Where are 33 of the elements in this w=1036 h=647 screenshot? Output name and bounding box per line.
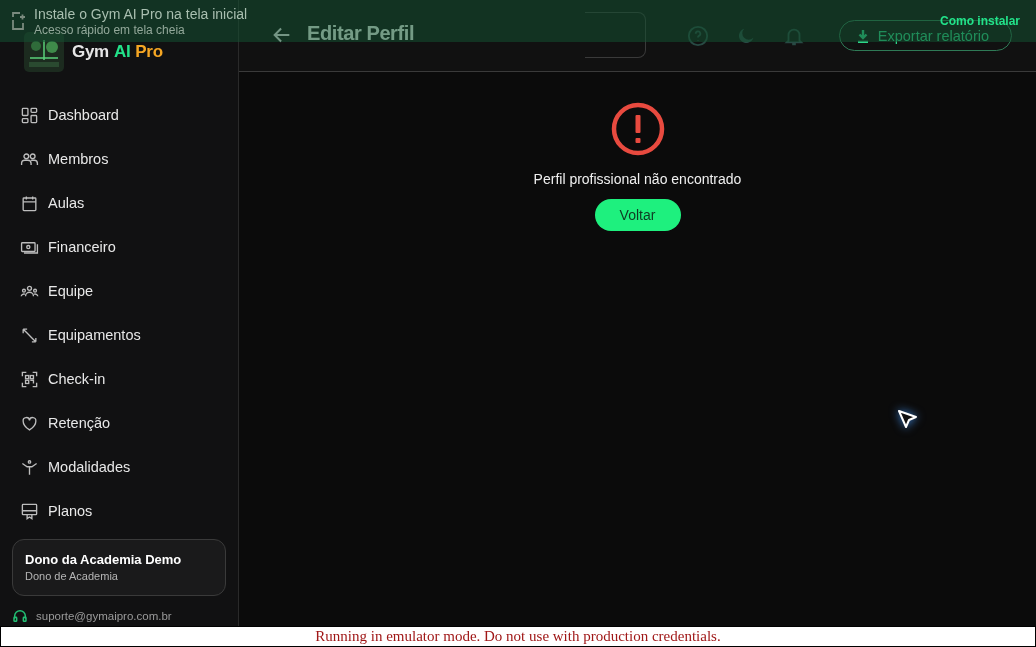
- nav-item[interactable]: Equipe: [12, 269, 226, 313]
- app-logo-icon: [24, 32, 64, 72]
- install-app-icon: [10, 12, 26, 30]
- nav-item[interactable]: Membros: [12, 137, 226, 181]
- user-name: Dono da Academia Demo: [25, 552, 183, 567]
- user-card[interactable]: Dono da Academia Demo Dono de Academia: [12, 539, 226, 596]
- user-role: Dono de Academia: [25, 570, 119, 582]
- banner-subtitle: Acesso rápido em tela cheia: [34, 23, 185, 37]
- emulator-notice: Running in emulator mode. Do not use with production credentials.: [315, 628, 721, 645]
- app-name: Gym AI Pro: [72, 42, 163, 62]
- error-icon: [609, 101, 666, 157]
- error-message: Perfil profissional não encontrado: [533, 171, 742, 187]
- nav-item[interactable]: Equipamentos: [12, 313, 226, 357]
- qr-code-icon: [20, 369, 39, 389]
- back-button[interactable]: Voltar: [594, 199, 681, 231]
- nav-item[interactable]: Financeiro: [12, 225, 226, 269]
- download-icon: [855, 28, 870, 43]
- support-email[interactable]: suporte@gymaipro.com.br: [36, 610, 172, 622]
- headset-icon: [12, 608, 28, 624]
- calendar-icon: [20, 193, 39, 213]
- nav-item[interactable]: Aulas: [12, 181, 226, 225]
- dashboard-icon: [20, 105, 39, 125]
- page-title: Editar Perfil: [307, 22, 416, 45]
- nav-item[interactable]: Check-in: [12, 357, 226, 401]
- nav-item[interactable]: Dashboard: [12, 93, 226, 137]
- nav-item[interactable]: Planos: [12, 489, 226, 533]
- nav-item[interactable]: Retenção: [12, 401, 226, 445]
- cursor-icon: [895, 407, 919, 431]
- figure-icon: [20, 457, 39, 477]
- banner-title: Instale o Gym AI Pro na tela inicial: [34, 6, 248, 22]
- nav-item[interactable]: Modalidades: [12, 445, 226, 489]
- monitor-icon: [20, 501, 39, 521]
- help-icon[interactable]: [686, 25, 709, 47]
